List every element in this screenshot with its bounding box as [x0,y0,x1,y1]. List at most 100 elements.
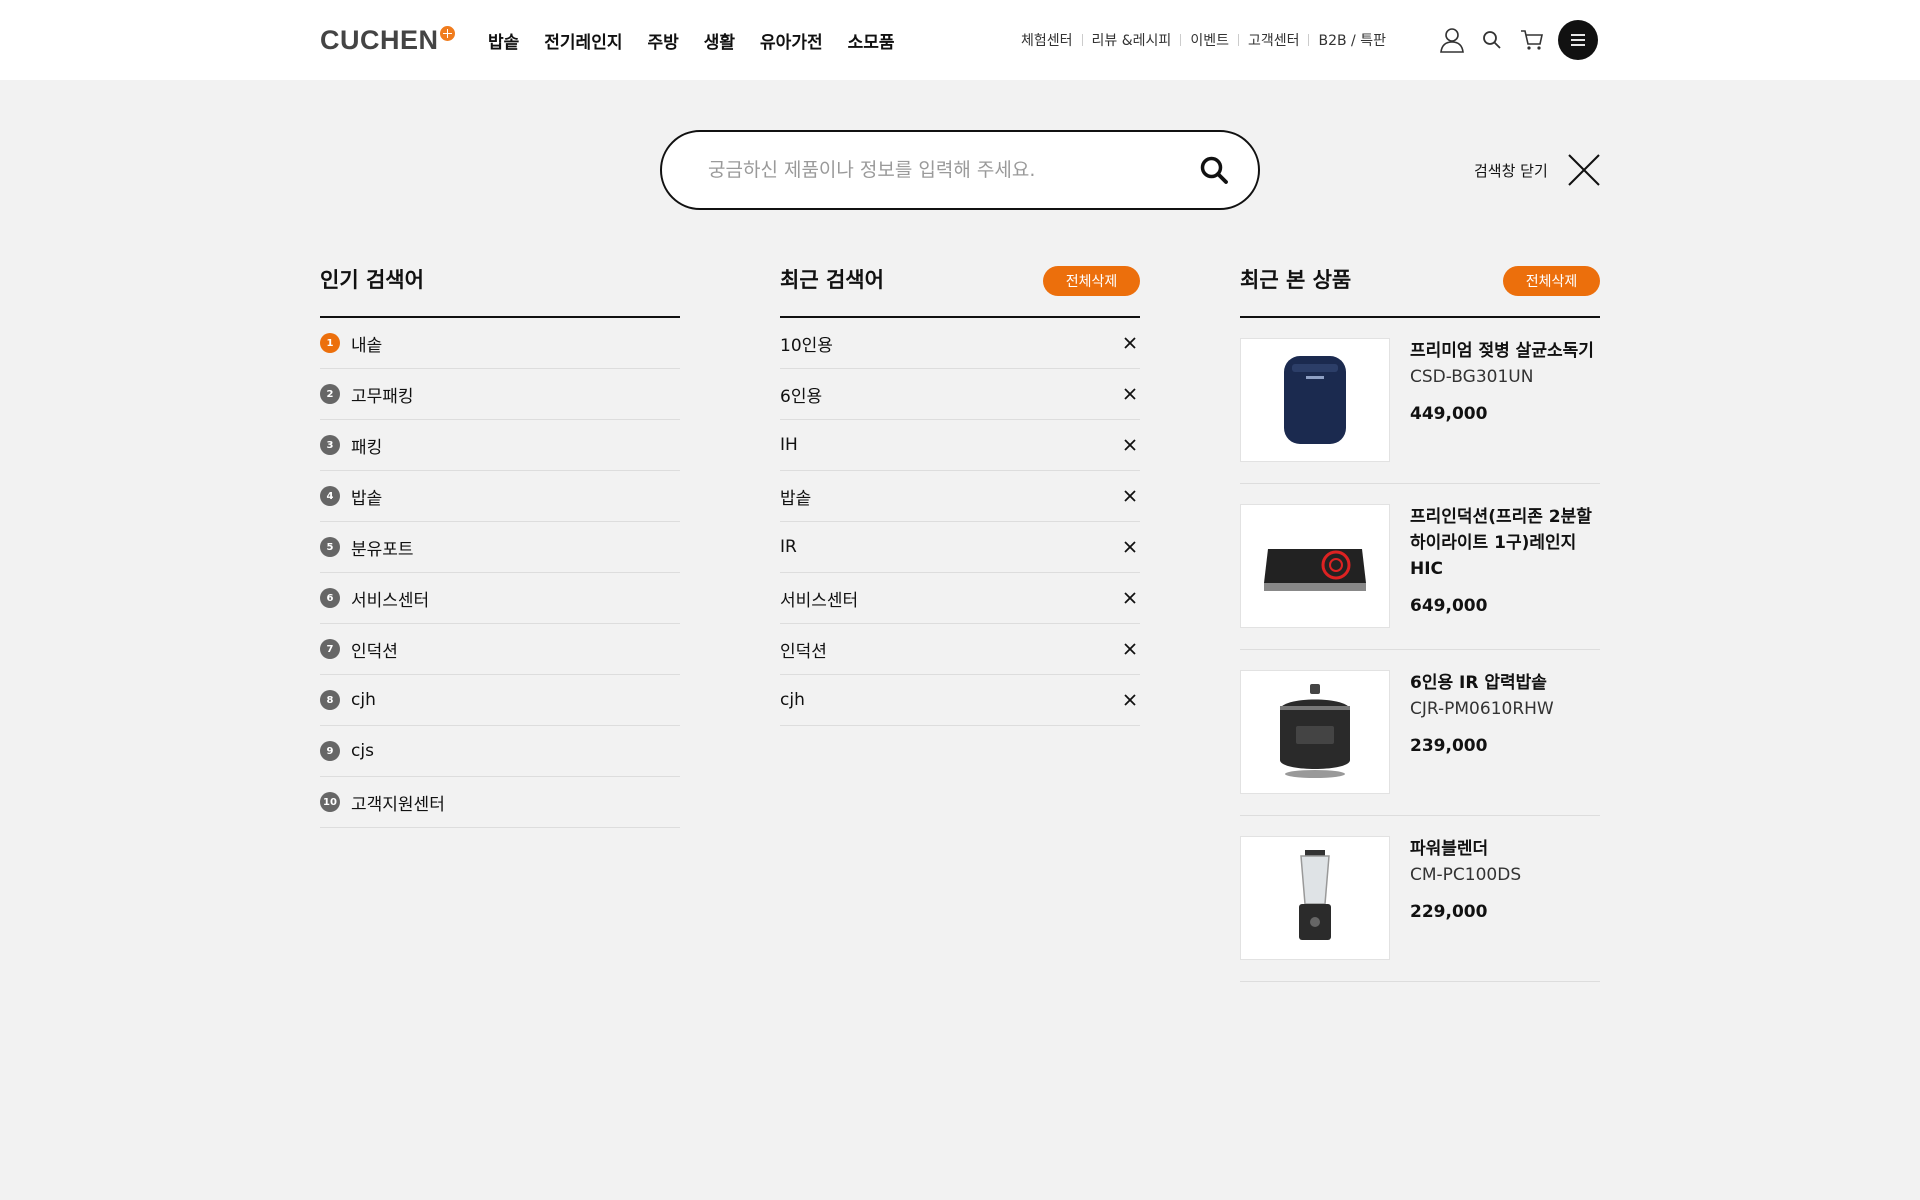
util-links: 체험센터 리뷰 &레시피 이벤트 고객센터 B2B / 특판 [1021,0,1386,80]
nav-item-consumables[interactable]: 소모품 [848,28,895,53]
recent-search-item[interactable]: 서비스센터 [780,573,1140,624]
rank-badge: 2 [320,384,340,404]
recent-search-item[interactable]: 6인용 [780,369,1140,420]
keyword-text[interactable]: 인덕션 [780,637,827,662]
keyword-text[interactable]: 서비스센터 [780,586,858,611]
popular-item[interactable]: 6 서비스센터 [320,573,680,624]
nav-item-kitchen[interactable]: 주방 [647,28,678,53]
product-name: 6인용 IR 압력밥솥 [1410,673,1547,693]
rank-badge: 3 [320,435,340,455]
remove-keyword-icon[interactable] [1120,435,1140,455]
remove-keyword-icon[interactable] [1120,486,1140,506]
search-icon[interactable] [1472,20,1512,60]
keyword-text[interactable]: cjh [780,690,805,710]
recent-search-item[interactable]: cjh [780,675,1140,726]
remove-keyword-icon[interactable] [1120,639,1140,659]
keyword-text[interactable]: IR [780,537,797,557]
util-link-review[interactable]: 리뷰 &레시피 [1092,30,1172,50]
product-card[interactable]: 프리미엄 젖병 살균소독기 CSD-BG301UN 449,000 [1240,318,1600,484]
keyword-text[interactable]: 고객지원센터 [351,790,445,815]
keyword-text[interactable]: IH [780,435,798,455]
keyword-text[interactable]: 인덕션 [351,637,398,662]
popular-item[interactable]: 5 분유포트 [320,522,680,573]
keyword-text[interactable]: cjs [351,741,374,761]
sterilizer-product-image[interactable] [1240,338,1390,462]
product-name: 파워블렌더 [1410,839,1489,859]
induction-range-product-image[interactable] [1240,504,1390,628]
close-icon [1568,154,1600,186]
rank-badge: 6 [320,588,340,608]
keyword-text[interactable]: 밥솥 [351,484,382,509]
recent-search-item[interactable]: IR [780,522,1140,573]
blender-product-image[interactable] [1240,836,1390,960]
nav-item-rice-cooker[interactable]: 밥솥 [488,28,519,53]
hamburger-menu-icon[interactable] [1558,20,1598,60]
recent-search-item[interactable]: 밥솥 [780,471,1140,522]
popular-item[interactable]: 3 패킹 [320,420,680,471]
popular-item[interactable]: 7 인덕션 [320,624,680,675]
popular-item[interactable]: 4 밥솥 [320,471,680,522]
user-icon[interactable] [1432,20,1472,60]
nav-item-baby[interactable]: 유아가전 [760,28,823,53]
util-link-event[interactable]: 이벤트 [1190,30,1229,50]
nav-item-electric-range[interactable]: 전기레인지 [544,28,622,53]
remove-keyword-icon[interactable] [1120,588,1140,608]
remove-keyword-icon[interactable] [1120,384,1140,404]
product-model: 하이라이트 1구)레인지HIC [1410,533,1577,579]
cart-icon[interactable] [1512,20,1552,60]
search-submit-icon[interactable] [1196,152,1232,188]
product-model: CM-PC100DS [1410,865,1522,885]
keyword-text[interactable]: 6인용 [780,382,822,407]
header-icons [1432,20,1598,60]
product-card[interactable]: 파워블렌더 CM-PC100DS 229,000 [1240,816,1600,982]
remove-keyword-icon[interactable] [1120,537,1140,557]
product-price: 649,000 [1410,596,1488,616]
recent-search-item[interactable]: IH [780,420,1140,471]
popular-item[interactable]: 10 고객지원센터 [320,777,680,828]
recent-search-item[interactable]: 10인용 [780,318,1140,369]
popular-item[interactable]: 9 cjs [320,726,680,777]
keyword-text[interactable]: 고무패킹 [351,382,414,407]
keyword-text[interactable]: cjh [351,690,376,710]
delete-all-searches-button[interactable]: 전체삭제 [1043,266,1140,296]
rice-cooker-product-image[interactable] [1240,670,1390,794]
product-name: 프리미엄 젖병 살균소독기 [1410,341,1594,361]
keyword-text[interactable]: 서비스센터 [351,586,429,611]
product-card[interactable]: 6인용 IR 압력밥솥 CJR-PM0610RHW 239,000 [1240,650,1600,816]
keyword-text[interactable]: 내솥 [351,331,382,356]
remove-keyword-icon[interactable] [1120,333,1140,353]
divider [1081,34,1083,46]
keyword-text[interactable]: 분유포트 [351,535,414,560]
popular-item[interactable]: 1 내솥 [320,318,680,369]
close-search-button[interactable]: 검색창 닫기 [1474,152,1600,188]
site-header: CUCHEN 밥솥 전기레인지 주방 생활 유아가전 소모품 체험센터 리뷰 &… [0,0,1920,80]
remove-keyword-icon[interactable] [1120,690,1140,710]
rank-badge: 5 [320,537,340,557]
recent-search-item[interactable]: 인덕션 [780,624,1140,675]
rank-badge: 7 [320,639,340,659]
util-link-b2b[interactable]: B2B / 특판 [1318,30,1386,50]
popular-item[interactable]: 8 cjh [320,675,680,726]
recent-search-title: 최근 검색어 [780,268,884,292]
keyword-text[interactable]: 10인용 [780,331,833,356]
keyword-text[interactable]: 밥솥 [780,484,811,509]
keyword-text[interactable]: 패킹 [351,433,382,458]
rank-badge: 8 [320,690,340,710]
product-model: CJR-PM0610RHW [1410,699,1554,719]
cuchen-logo[interactable]: CUCHEN [320,24,455,55]
product-price: 239,000 [1410,736,1488,756]
recent-products-title: 최근 본 상품 [1240,268,1352,292]
product-price: 449,000 [1410,404,1488,424]
delete-all-products-button[interactable]: 전체삭제 [1503,266,1600,296]
popular-item[interactable]: 2 고무패킹 [320,369,680,420]
nav-item-living[interactable]: 생활 [704,28,735,53]
util-link-experience[interactable]: 체험센터 [1021,30,1073,50]
rank-badge: 4 [320,486,340,506]
util-link-customer[interactable]: 고객센터 [1248,30,1300,50]
search-input[interactable] [708,152,1168,188]
logo-text: CUCHEN [320,24,439,55]
product-info: 파워블렌더 CM-PC100DS 229,000 [1410,836,1602,922]
logo-star-icon [439,25,455,41]
product-card[interactable]: 프리인덕션(프리존 2분할 하이라이트 1구)레인지HIC 649,000 [1240,484,1600,650]
popular-keywords: 인기 검색어 1 내솥 2 고무패킹 3 패킹 4 밥솥 5 분유포트 6 서비스센터 7인… [320,264,680,828]
